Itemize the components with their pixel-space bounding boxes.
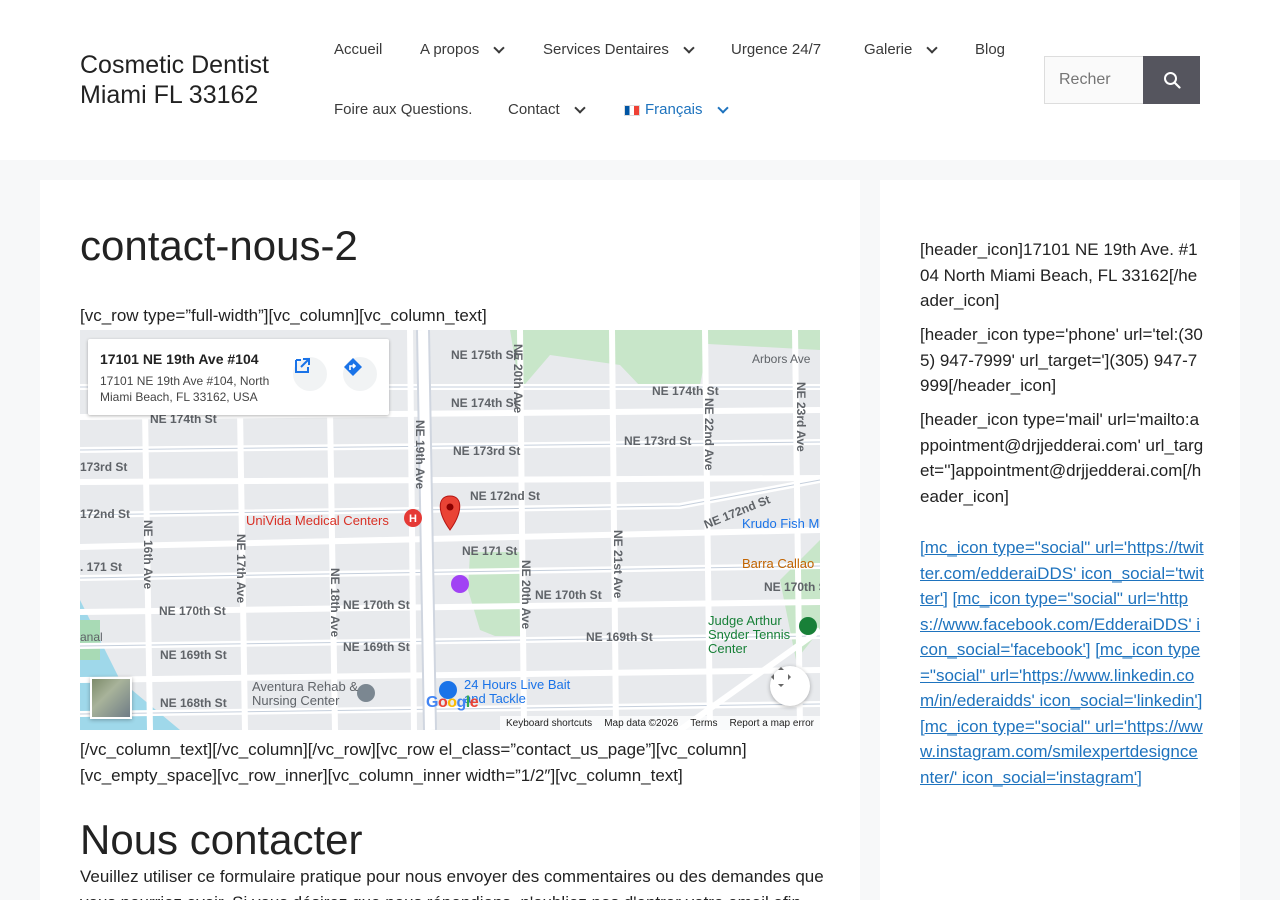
chevron-down-icon: [926, 42, 939, 54]
shortcode-text-top: [vc_row type=”full-width”][vc_column][vc…: [80, 306, 487, 325]
street-label: NE 170th St: [764, 580, 820, 594]
street-label: NE 23rd Ave: [794, 382, 808, 452]
poi-label[interactable]: Aventura Rehab & Nursing Center: [252, 680, 368, 708]
street-label: NE 18th Ave: [328, 568, 342, 638]
nav-label: Blog: [975, 41, 1006, 58]
street-label: 173rd St: [80, 460, 128, 474]
nav-label: Foire aux Questions.: [334, 101, 473, 118]
nav-item-urgence[interactable]: Urgence 24/7: [731, 40, 821, 60]
chevron-down-icon: [683, 42, 695, 54]
street-label: NE 16th Ave: [141, 520, 155, 590]
street-label: NE 17th Ave: [234, 534, 248, 604]
street-label: NE 20th Ave: [519, 560, 533, 630]
street-label: NE 175th St: [451, 348, 518, 362]
nav-label: Accueil: [334, 41, 383, 58]
place-address: 17101 NE 19th Ave #104, North Miami Beac…: [100, 374, 270, 404]
nav-item-blog[interactable]: Blog: [975, 40, 1005, 60]
nav-item-galerie[interactable]: Galerie: [864, 40, 939, 60]
street-label: NE 170th St: [535, 588, 602, 602]
street-label: NE 173rd St: [453, 444, 521, 458]
nav-item-faq[interactable]: Foire aux Questions.: [334, 100, 472, 120]
place-title: 17101 NE 19th Ave #104: [100, 351, 259, 367]
site-header: Cosmetic Dentist Miami FL 33162 Accueil …: [0, 0, 1280, 160]
directions-icon: [344, 358, 362, 376]
street-label: NE 169th St: [586, 630, 653, 644]
section-title: Nous contacter: [80, 816, 363, 863]
street-label: NE 171 St: [462, 544, 518, 558]
street-label: NE 174th St: [451, 396, 518, 410]
nav-label: Urgence 24/7: [731, 41, 822, 58]
satellite-toggle-button[interactable]: [90, 677, 132, 719]
keyboard-shortcuts-link[interactable]: Keyboard shortcuts: [506, 718, 592, 729]
street-label: NE 19th Ave: [413, 420, 427, 490]
page-title: contact-nous-2: [80, 222, 358, 269]
nav-item-contact[interactable]: Contact: [508, 100, 586, 120]
street-label: NE 169th St: [160, 648, 227, 662]
street-label: NE 174th St: [652, 384, 719, 398]
intro-text: Veuillez utiliser ce formulaire pratique…: [80, 867, 824, 900]
chevron-down-icon: [716, 102, 729, 114]
site-title[interactable]: Cosmetic Dentist Miami FL 33162: [80, 50, 300, 110]
street-label: anal: [80, 630, 103, 644]
street-label: NE 20th Ave: [511, 344, 525, 414]
street-label: NE 168th St: [160, 696, 227, 710]
nav-label: A propos: [420, 41, 480, 58]
poi-label[interactable]: Barra Callao: [742, 556, 814, 571]
nav-item-services[interactable]: Services Dentaires: [543, 40, 695, 60]
fullscreen-button[interactable]: [770, 666, 810, 706]
fullscreen-icon: [771, 667, 791, 687]
nav-label: Services Dentaires: [543, 41, 669, 58]
embedded-map[interactable]: H NE 175th St NE 174th St NE 174th St NE…: [80, 330, 820, 730]
google-logo: Google: [426, 694, 479, 711]
street-label: NE 172nd St: [470, 489, 541, 503]
external-link-icon: [295, 358, 310, 373]
instagram-link[interactable]: [mc_icon type="social" url='https://www.…: [920, 717, 1203, 787]
nav-item-accueil[interactable]: Accueil: [334, 40, 382, 60]
nav-label: Français: [645, 101, 703, 118]
sidebar-address: [header_icon]17101 NE 19th Ave. #104 Nor…: [920, 240, 1198, 310]
directions-button[interactable]: [343, 357, 377, 391]
poi-label[interactable]: UniVida Medical Centers: [246, 513, 389, 528]
chevron-down-icon: [574, 102, 586, 114]
nav-item-language[interactable]: Français: [624, 100, 729, 120]
nav-item-a-propos[interactable]: A propos: [420, 40, 505, 60]
nav-label: Contact: [508, 101, 560, 118]
street-label: NE 22nd Ave: [702, 398, 716, 471]
sidebar-mail: [header_icon type='mail' url='mailto:app…: [920, 410, 1204, 506]
map-place-card: 17101 NE 19th Ave #104 17101 NE 19th Ave…: [88, 339, 389, 415]
street-label: NE 173rd St: [624, 434, 692, 448]
poi-label[interactable]: 24 Hours Live Bait and Tackle: [464, 678, 574, 706]
map-footer: Keyboard shortcuts Map data ©2026 Terms …: [500, 716, 820, 730]
shortcode-text-bottom: [/vc_column_text][/vc_column][/vc_row][v…: [80, 740, 747, 785]
svg-text:H: H: [409, 513, 417, 525]
poi-label[interactable]: Krudo Fish M: [742, 516, 819, 531]
map-data-text: Map data ©2026: [604, 717, 679, 729]
street-label: NE 21st Ave: [611, 530, 625, 599]
social-links: [mc_icon type="social" url='https://twit…: [920, 535, 1205, 790]
street-label: Arbors Ave: [752, 352, 811, 366]
french-flag-icon: [624, 104, 640, 116]
open-in-maps-button[interactable]: [293, 357, 327, 391]
report-error-link[interactable]: Report a map error: [730, 718, 814, 729]
street-label: NE 170th St: [343, 598, 410, 612]
street-label: NE 169th St: [343, 640, 410, 654]
sidebar-phone: [header_icon type='phone' url='tel:(305)…: [920, 325, 1203, 395]
terms-link[interactable]: Terms: [690, 718, 717, 729]
search-icon: [1163, 72, 1181, 89]
street-label: 172nd St: [80, 507, 131, 521]
street-label: NE 170th St: [159, 604, 226, 618]
chevron-down-icon: [493, 42, 505, 54]
search-input[interactable]: [1044, 56, 1144, 104]
street-label: . 171 St: [80, 560, 123, 574]
nav-label: Galerie: [864, 41, 913, 58]
search-button[interactable]: [1143, 56, 1200, 104]
poi-label[interactable]: Judge Arthur Snyder Tennis Center: [708, 614, 804, 656]
